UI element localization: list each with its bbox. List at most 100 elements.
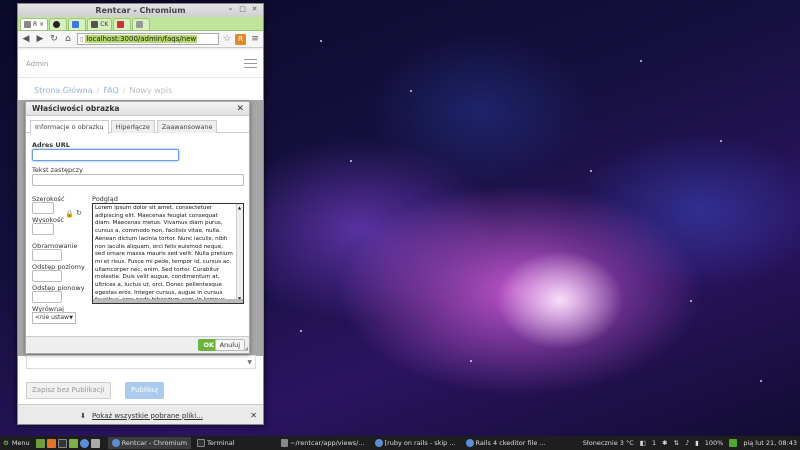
editor-icon[interactable] (90, 438, 100, 448)
hamburger-menu-icon[interactable] (244, 59, 257, 68)
back-arrow-icon[interactable]: ◀ (21, 34, 31, 44)
chromium-icon (374, 439, 383, 447)
breadcrumb: Strona Główna / FAQ / Nowy wpis (18, 78, 263, 95)
terminal-icon[interactable] (57, 438, 67, 448)
page-header: Admin (18, 50, 263, 78)
lock-ratio-icon[interactable]: 🔒 (65, 210, 74, 218)
preview-label: Podgląd (92, 195, 118, 203)
url-label: Adres URL (32, 141, 70, 149)
taskbar-item-terminal[interactable]: Terminal (193, 437, 238, 449)
rentcar-favicon-icon (24, 21, 31, 28)
tab-image-info[interactable]: Informacje o obrazku (30, 120, 109, 134)
update-check-icon[interactable] (729, 439, 738, 447)
terminal-icon (197, 439, 206, 447)
download-icon: ⬇ (80, 411, 87, 420)
close-icon[interactable]: ✕ (250, 5, 259, 14)
align-select[interactable]: <nie ustaw ▼ (32, 312, 76, 324)
firefox-icon[interactable] (46, 438, 56, 448)
alt-text-label: Tekst zastępczy (32, 166, 83, 174)
vspace-input[interactable] (32, 291, 62, 303)
volume-icon[interactable]: ♪ (685, 439, 689, 447)
breadcrumb-current: Nowy wpis (129, 86, 173, 95)
breadcrumb-home[interactable]: Strona Główna (34, 86, 93, 95)
taskbar-item-editor[interactable]: ~/rentcar/app/views/... (277, 437, 369, 449)
address-bar[interactable]: ▯ localhost:3000/admin/faqs/new (77, 33, 219, 45)
dialog-footer: OK Anuluj ◢ (26, 336, 249, 353)
tab-github[interactable] (49, 18, 68, 30)
cancel-button[interactable]: Anuluj (214, 339, 245, 351)
clock[interactable]: pią lut 21, 08:43 (743, 439, 797, 447)
resize-grip-icon[interactable]: ◢ (244, 346, 248, 352)
dialog-titlebar[interactable]: Właściwości obrazka ✕ (26, 102, 249, 116)
browser-window: Rentcar - Chromium – □ ✕ R × CK ◀ ▶ ↻ ⌂ … (17, 3, 264, 425)
ckeditor-icon (91, 21, 99, 28)
align-value: <nie ustaw (35, 314, 69, 321)
weather-label[interactable]: Słonecznie 3 °C (583, 439, 634, 447)
task-label: Terminal (207, 439, 235, 447)
minimize-icon[interactable]: – (226, 5, 235, 14)
workspace-indicator[interactable]: 1 (652, 439, 656, 447)
network-icon[interactable]: ⇅ (674, 439, 679, 447)
tab-close-icon[interactable]: × (39, 21, 44, 28)
browser-toolbar: ◀ ▶ ↻ ⌂ ▯ localhost:3000/admin/faqs/new … (18, 31, 263, 48)
system-tray: Słonecznie 3 °C ◧ 1 ✱ ⇅ ♪ ▮ 100% pią lut… (583, 439, 797, 447)
show-desktop-icon[interactable] (35, 438, 45, 448)
task-label: [ruby on rails - skip ... (384, 439, 456, 447)
maximize-icon[interactable]: □ (238, 5, 247, 14)
breadcrumb-faq[interactable]: FAQ (103, 86, 119, 95)
show-all-downloads-link[interactable]: Pokaż wszystkie pobrane pliki... (92, 412, 203, 420)
tab-google[interactable] (68, 18, 87, 30)
tab-extra[interactable] (132, 18, 151, 30)
tab-label: R (33, 21, 38, 28)
download-bar: ⬇ Pokaż wszystkie pobrane pliki... ✕ (18, 404, 263, 424)
dialog-close-icon[interactable]: ✕ (236, 102, 244, 116)
preview-box[interactable]: Lorem ipsum dolor sit amet, consectetuer… (92, 203, 244, 304)
page-icon (136, 21, 144, 28)
height-input[interactable] (32, 223, 54, 235)
task-label: ~/rentcar/app/views/... (290, 439, 365, 447)
url-input[interactable] (32, 149, 179, 161)
bookmark-star-icon[interactable]: ☆ (223, 34, 231, 44)
close-icon[interactable]: ✕ (250, 411, 257, 420)
preview-horizontal-scrollbar[interactable] (93, 299, 243, 303)
category-select[interactable]: ▼ (26, 355, 256, 369)
reload-icon[interactable]: ↻ (49, 34, 59, 44)
border-input[interactable] (32, 249, 62, 261)
taskbar-item-chromium[interactable]: Rentcar - Chromium (107, 437, 192, 449)
publish-button[interactable]: Publikuj (125, 382, 165, 399)
menu-icon[interactable]: ≡ (250, 34, 260, 44)
admin-title[interactable]: Admin (26, 60, 48, 68)
home-icon[interactable]: ⌂ (63, 34, 73, 44)
image-properties-dialog: Właściwości obrazka ✕ Informacje o obraz… (25, 101, 250, 354)
tab-advanced[interactable]: Zaawansowane (156, 120, 218, 133)
tab-hyperlink[interactable]: Hiperłącze (110, 120, 155, 133)
hspace-input[interactable] (32, 270, 62, 282)
window-titlebar[interactable]: Rentcar - Chromium – □ ✕ (18, 4, 263, 17)
chromium-icon[interactable] (79, 438, 89, 448)
width-input[interactable] (32, 202, 54, 214)
google-icon (72, 21, 80, 28)
rails-icon (117, 21, 125, 28)
files-icon[interactable] (68, 438, 78, 448)
dialog-tabs: Informacje o obrazku Hiperłącze Zaawanso… (26, 116, 249, 134)
preview-text: Lorem ipsum dolor sit amet, consectetuer… (95, 205, 233, 303)
battery-icon[interactable]: ▮ (695, 439, 699, 447)
save-draft-button[interactable]: Zapisz bez Publikacji (26, 382, 111, 399)
dialog-title: Właściwości obrazka (32, 104, 120, 113)
alt-text-input[interactable] (32, 174, 244, 186)
extension-button[interactable]: R (235, 33, 246, 45)
taskbar-item-browser-2[interactable]: [ruby on rails - skip ... (371, 437, 460, 449)
url-text: localhost:3000/admin/faqs/new (85, 35, 198, 43)
tab-rentcar[interactable]: R × (20, 18, 49, 30)
reset-size-icon[interactable]: ↻ (76, 209, 82, 217)
editor-icon (280, 439, 289, 447)
start-menu-button[interactable]: ⚙ Menu (3, 439, 30, 447)
bluetooth-icon[interactable]: ✱ (662, 439, 667, 447)
taskbar-item-browser-3[interactable]: Rails 4 ckeditor file ... (462, 437, 550, 449)
tab-rails[interactable] (113, 18, 132, 30)
workspace-icon[interactable]: ◧ (640, 439, 646, 447)
page-icon: ▯ (80, 35, 84, 43)
preview-scrollbar[interactable] (236, 204, 243, 303)
tab-ckeditor[interactable]: CK (87, 18, 113, 30)
forward-arrow-icon[interactable]: ▶ (35, 34, 45, 44)
